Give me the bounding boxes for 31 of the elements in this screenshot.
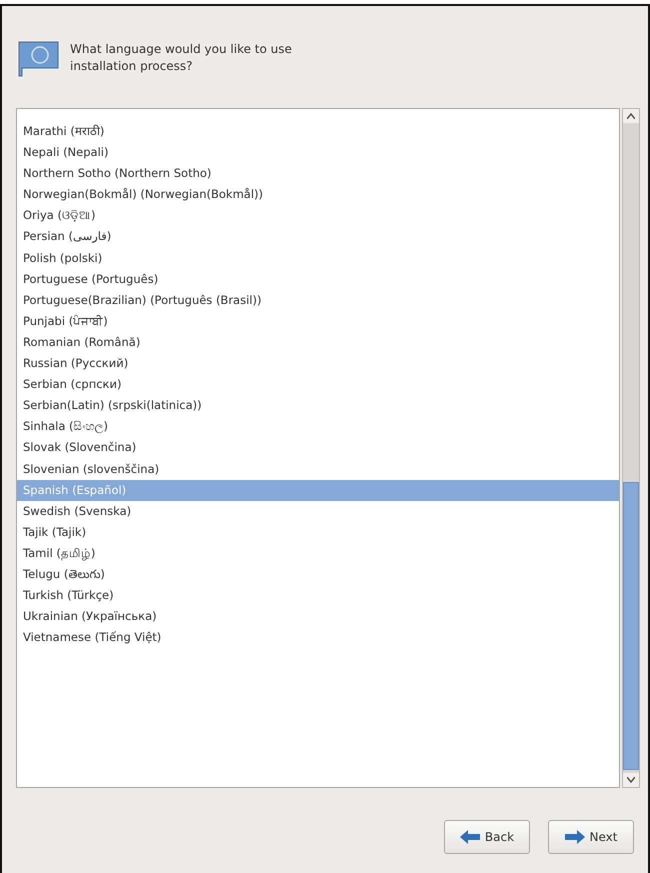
language-item[interactable]: Sinhala (සිංහල)	[17, 416, 619, 438]
language-item[interactable]: Romanian (Română)	[17, 332, 619, 354]
language-item[interactable]: Tajik (Tajik)	[17, 522, 619, 543]
language-item[interactable]: Slovak (Slovenčina)	[17, 437, 619, 458]
language-item[interactable]: Turkish (Türkçe)	[17, 585, 619, 606]
language-item[interactable]: Marathi (मराठी)	[17, 121, 619, 142]
language-item[interactable]: Swedish (Svenska)	[17, 500, 619, 522]
language-item[interactable]: Vietnamese (Tiếng Việt)	[17, 627, 619, 648]
language-item[interactable]: Serbian (српски)	[17, 374, 619, 396]
right-arrow-icon	[564, 830, 585, 844]
scrollbar[interactable]	[622, 108, 640, 788]
scrollbar-thumb[interactable]	[623, 482, 639, 770]
language-item[interactable]: Northern Sotho (Northern Sotho)	[17, 163, 619, 184]
language-item[interactable]: Tamil (தமிழ்)	[17, 542, 619, 564]
language-item[interactable]: Telugu (తెలుగు)	[17, 564, 619, 586]
language-item[interactable]: Serbian(Latin) (srpski(latinica))	[17, 395, 619, 416]
language-item[interactable]: Punjabi (ਪੰਜਾਬੀ)	[17, 310, 619, 332]
language-item[interactable]: Portuguese (Português)	[17, 268, 619, 290]
language-item[interactable]: Polish (polski)	[17, 248, 619, 269]
next-button[interactable]: Next	[548, 820, 634, 854]
language-item[interactable]: Norwegian(Bokmål) (Norwegian(Bokmål))	[17, 184, 619, 206]
language-item[interactable]: Portuguese(Brazilian) (Português (Brasil))	[17, 290, 619, 311]
language-item[interactable]: Nepali (Nepali)	[17, 142, 619, 164]
language-item[interactable]: Ukrainian (Українська)	[17, 606, 619, 628]
dialog-title: What language would you like to use installation process?	[70, 41, 292, 75]
language-item[interactable]: Oriya (ଓଡ଼ିଆ)	[17, 205, 619, 226]
back-button[interactable]: Back	[444, 820, 530, 854]
language-item[interactable]: Slovenian (slovenščina)	[17, 458, 619, 480]
left-arrow-icon	[460, 830, 480, 844]
language-item[interactable]: Persian (فارسی)	[17, 226, 619, 248]
language-item[interactable]: Russian (Русский)	[17, 353, 619, 374]
